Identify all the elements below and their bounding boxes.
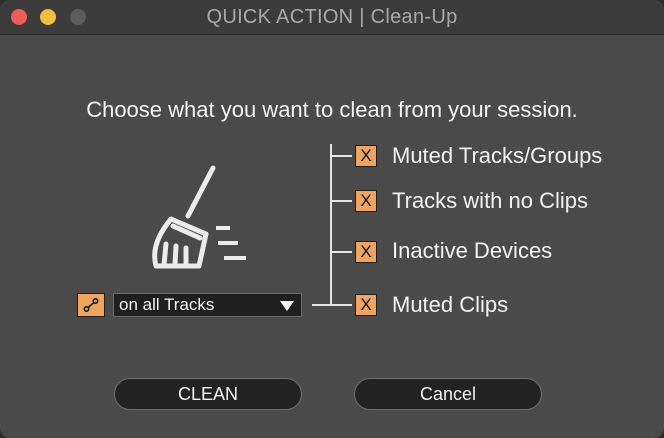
dropdown-arrow-icon bbox=[280, 301, 294, 311]
dialog-window: QUICK ACTION | Clean-Up Choose what you … bbox=[0, 0, 664, 438]
label-muted-tracks-groups: Muted Tracks/Groups bbox=[392, 143, 603, 168]
checkbox-muted-tracks-groups[interactable]: X bbox=[355, 145, 377, 167]
tree-connector-vertical bbox=[330, 144, 332, 305]
label-tracks-no-clips: Tracks with no Clips bbox=[392, 188, 589, 213]
checkbox-tracks-no-clips[interactable]: X bbox=[355, 190, 377, 212]
tree-connector-branch bbox=[330, 200, 352, 202]
title-bar[interactable]: QUICK ACTION | Clean-Up bbox=[0, 0, 664, 35]
tree-connector-branch bbox=[312, 304, 352, 306]
checkbox-muted-clips[interactable]: X bbox=[355, 294, 377, 316]
track-scope-dropdown[interactable]: on all Tracks bbox=[113, 293, 302, 317]
label-inactive-devices: Inactive Devices bbox=[392, 238, 553, 263]
label-muted-clips: Muted Clips bbox=[392, 292, 509, 317]
clean-button[interactable]: CLEAN bbox=[114, 378, 302, 410]
link-toggle-button[interactable] bbox=[77, 293, 105, 317]
dialog-prompt: Choose what you want to clean from your … bbox=[86, 97, 578, 122]
tree-connector-branch bbox=[330, 251, 352, 253]
link-icon bbox=[83, 298, 99, 313]
cancel-button[interactable]: Cancel bbox=[354, 378, 542, 410]
track-scope-value: on all Tracks bbox=[119, 295, 215, 314]
tree-connector-branch bbox=[330, 155, 352, 157]
window-title: QUICK ACTION | Clean-Up bbox=[206, 6, 458, 28]
broom-icon bbox=[148, 164, 252, 272]
checkbox-inactive-devices[interactable]: X bbox=[355, 241, 377, 263]
